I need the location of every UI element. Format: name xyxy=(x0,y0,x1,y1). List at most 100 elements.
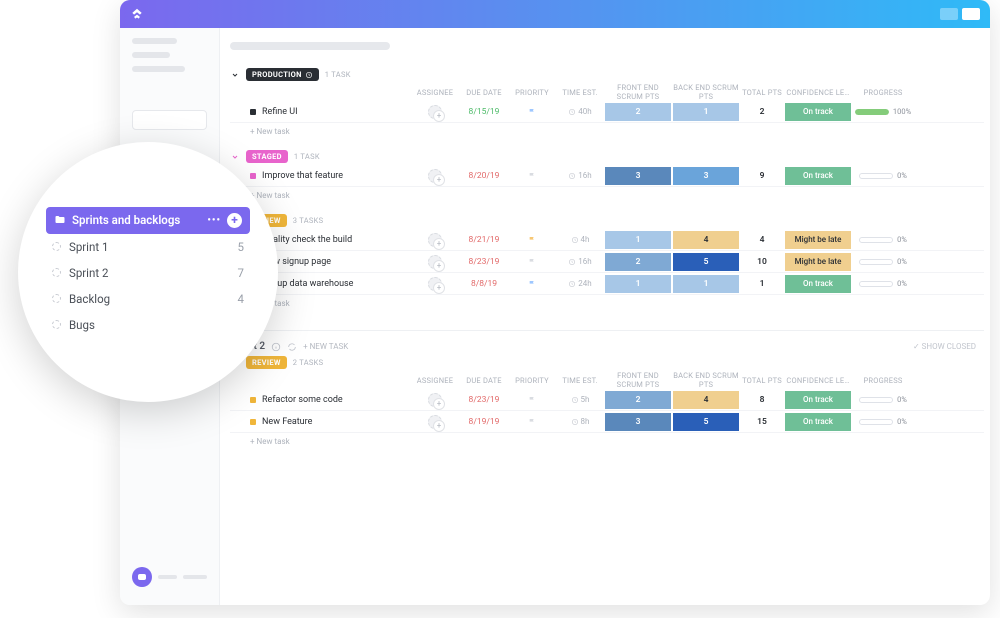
fe-scrum-pts[interactable]: 2 xyxy=(605,391,671,409)
task-row[interactable]: New Feature 8/19/19 8h 3 5 15 On track 0… xyxy=(230,411,984,433)
progress-cell[interactable]: 100% xyxy=(852,107,914,116)
fe-scrum-pts[interactable]: 3 xyxy=(605,167,671,185)
task-row[interactable]: Refactor some code 8/23/19 5h 2 4 8 On t… xyxy=(230,389,984,411)
be-scrum-pts[interactable]: 1 xyxy=(673,275,739,293)
task-name: New Feature xyxy=(262,417,312,427)
status-pill[interactable]: REVIEW xyxy=(246,356,287,369)
chat-launcher[interactable] xyxy=(132,567,207,587)
due-date[interactable]: 8/23/19 xyxy=(460,257,508,267)
priority-cell[interactable] xyxy=(508,258,556,266)
list-label: Bugs xyxy=(69,318,95,332)
assignee-cell[interactable] xyxy=(410,255,460,269)
fe-scrum-pts[interactable]: 1 xyxy=(605,231,671,249)
collapse-icon[interactable] xyxy=(230,70,240,80)
be-scrum-pts[interactable]: 5 xyxy=(673,413,739,431)
fe-scrum-pts[interactable]: 2 xyxy=(605,253,671,271)
sidebar-list-item[interactable]: Backlog 4 xyxy=(46,286,250,312)
priority-cell[interactable] xyxy=(508,396,556,404)
task-row[interactable]: New signup page 8/23/19 16h 2 5 10 Might… xyxy=(230,251,984,273)
task-title[interactable]: New Feature xyxy=(230,417,410,427)
group-header[interactable]: PRODUCTION 1 TASK xyxy=(230,68,351,81)
time-est-cell[interactable]: 16h xyxy=(556,257,604,266)
show-closed-toggle[interactable]: ✓ SHOW CLOSED xyxy=(913,342,976,351)
confidence-cell[interactable]: Might be late xyxy=(785,253,851,271)
assignee-cell[interactable] xyxy=(410,393,460,407)
due-date[interactable]: 8/8/19 xyxy=(460,279,508,289)
task-title[interactable]: Refactor some code xyxy=(230,395,410,405)
progress-cell[interactable]: 0% xyxy=(852,171,914,180)
progress-cell[interactable]: 0% xyxy=(852,257,914,266)
confidence-cell[interactable]: Might be late xyxy=(785,231,851,249)
assignee-cell[interactable] xyxy=(410,415,460,429)
assignee-cell[interactable] xyxy=(410,277,460,291)
task-title[interactable]: Improve that feature xyxy=(230,171,410,181)
be-scrum-pts[interactable]: 5 xyxy=(673,253,739,271)
time-est-cell[interactable]: 8h xyxy=(556,417,604,426)
priority-cell[interactable] xyxy=(508,280,556,288)
titlebar xyxy=(120,0,990,28)
fe-scrum-pts[interactable]: 2 xyxy=(605,103,671,121)
be-scrum-pts[interactable]: 4 xyxy=(673,231,739,249)
group-count: 2 TASKS xyxy=(293,358,324,367)
time-est-cell[interactable]: 40h xyxy=(556,107,604,116)
progress-cell[interactable]: 0% xyxy=(852,235,914,244)
sidebar-list-item[interactable]: Sprint 2 7 xyxy=(46,260,250,286)
task-row[interactable]: Improve that feature 8/20/19 16h 3 3 9 O… xyxy=(230,165,984,187)
due-date[interactable]: 8/23/19 xyxy=(460,395,508,405)
window-controls[interactable] xyxy=(940,8,980,20)
due-date[interactable]: 8/21/19 xyxy=(460,235,508,245)
confidence-cell[interactable]: On track xyxy=(785,103,851,121)
confidence-cell[interactable]: On track xyxy=(785,167,851,185)
time-est-cell[interactable]: 16h xyxy=(556,171,604,180)
new-task-button[interactable]: + New task xyxy=(230,123,984,146)
progress-cell[interactable]: 0% xyxy=(852,395,914,404)
new-task-button[interactable]: + New task xyxy=(230,295,984,318)
new-task-button[interactable]: + NEW TASK xyxy=(303,342,348,351)
info-icon[interactable] xyxy=(271,342,281,352)
sidebar-list-item[interactable]: Sprint 1 5 xyxy=(46,234,250,260)
due-date[interactable]: 8/20/19 xyxy=(460,171,508,181)
due-date[interactable]: 8/19/19 xyxy=(460,417,508,427)
be-scrum-pts[interactable]: 4 xyxy=(673,391,739,409)
sidebar-search-input[interactable] xyxy=(132,110,207,130)
sidebar-list-item[interactable]: Bugs xyxy=(46,312,250,338)
due-date[interactable]: 8/15/19 xyxy=(460,107,508,117)
task-row[interactable]: Set up data warehouse 8/8/19 24h 1 1 1 O… xyxy=(230,273,984,295)
fe-scrum-pts[interactable]: 3 xyxy=(605,413,671,431)
assignee-cell[interactable] xyxy=(410,105,460,119)
new-task-button[interactable]: + New task xyxy=(230,187,984,210)
time-est-cell[interactable]: 24h xyxy=(556,279,604,288)
flag-icon xyxy=(528,280,536,288)
time-est-cell[interactable]: 5h xyxy=(556,395,604,404)
group-count: 3 TASKS xyxy=(293,216,324,225)
group-header[interactable]: STAGED 1 TASK xyxy=(230,150,320,163)
confidence-cell[interactable]: On track xyxy=(785,391,851,409)
confidence-cell[interactable]: On track xyxy=(785,413,851,431)
folder-more-icon[interactable]: ••• xyxy=(207,215,221,226)
priority-cell[interactable] xyxy=(508,418,556,426)
assignee-cell[interactable] xyxy=(410,169,460,183)
add-list-button[interactable]: + xyxy=(227,213,242,228)
new-task-button[interactable]: + New task xyxy=(230,433,984,456)
progress-cell[interactable]: 0% xyxy=(852,279,914,288)
be-scrum-pts[interactable]: 3 xyxy=(673,167,739,185)
priority-cell[interactable] xyxy=(508,236,556,244)
progress-cell[interactable]: 0% xyxy=(852,417,914,426)
task-title[interactable]: Refine UI xyxy=(230,107,410,117)
group-header[interactable]: REVIEW 2 TASKS xyxy=(230,356,984,369)
be-scrum-pts[interactable]: 1 xyxy=(673,103,739,121)
priority-cell[interactable] xyxy=(508,108,556,116)
priority-cell[interactable] xyxy=(508,172,556,180)
status-pill[interactable]: PRODUCTION xyxy=(246,68,319,81)
task-row[interactable]: Refine UI 8/15/19 40h 2 1 2 On track 100… xyxy=(230,101,984,123)
status-pill[interactable]: STAGED xyxy=(246,150,288,163)
collapse-icon[interactable] xyxy=(230,152,240,162)
fe-scrum-pts[interactable]: 1 xyxy=(605,275,671,293)
assignee-cell[interactable] xyxy=(410,233,460,247)
list-label: Backlog xyxy=(69,292,110,306)
folder-sprints-backlogs[interactable]: Sprints and backlogs ••• + xyxy=(46,207,250,234)
confidence-cell[interactable]: On track xyxy=(785,275,851,293)
task-row[interactable]: Quality check the build 8/21/19 4h 1 4 4… xyxy=(230,229,984,251)
refresh-icon[interactable] xyxy=(287,342,297,352)
time-est-cell[interactable]: 4h xyxy=(556,235,604,244)
